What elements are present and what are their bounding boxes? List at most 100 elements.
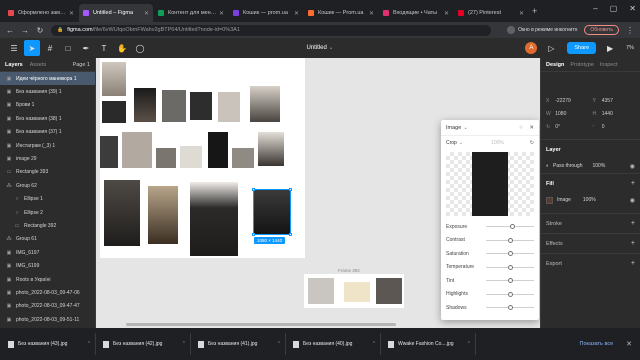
tab-assets[interactable]: Assets bbox=[30, 62, 47, 68]
eye-icon[interactable]: ◉ bbox=[630, 197, 635, 204]
height-field[interactable]: 1440 bbox=[602, 111, 635, 117]
close-window-icon[interactable]: ✕ bbox=[629, 4, 636, 13]
layer-item[interactable]: ▣ IMG_6199 bbox=[0, 259, 95, 272]
fill-mode-select[interactable]: Crop bbox=[446, 140, 457, 146]
chevron-up-icon[interactable]: ⌃ bbox=[372, 341, 376, 347]
hand-tool-icon[interactable]: ✋ bbox=[114, 40, 130, 56]
chevron-up-icon[interactable]: ⌃ bbox=[182, 341, 186, 347]
image-thumbnail[interactable] bbox=[190, 92, 212, 120]
layer-item[interactable]: ○ Ellipse 2 bbox=[0, 206, 95, 219]
browser-tab[interactable]: Кошик — Prom.ua ✕ bbox=[304, 4, 378, 22]
popup-title[interactable]: Image bbox=[446, 125, 461, 131]
resize-handle[interactable] bbox=[252, 233, 255, 236]
eye-icon[interactable]: ◉ bbox=[630, 163, 635, 170]
browser-tab[interactable]: Кошик — prom.ua ✕ bbox=[229, 4, 303, 22]
frame-label[interactable]: Frame 392 bbox=[338, 268, 360, 273]
slider-knob[interactable] bbox=[507, 264, 513, 270]
adjustment-slider[interactable] bbox=[486, 224, 534, 230]
image-thumbnail[interactable] bbox=[156, 148, 176, 168]
layer-opacity[interactable]: 100% bbox=[593, 163, 606, 169]
chevron-up-icon[interactable]: ⌃ bbox=[467, 341, 471, 347]
slider-knob[interactable] bbox=[507, 305, 513, 311]
shape-tool-icon[interactable]: □ bbox=[60, 40, 76, 56]
layer-item[interactable]: ▣ Без названия (38) 1 bbox=[0, 112, 95, 125]
browser-tab[interactable]: Untitled – Figma ✕ bbox=[79, 4, 153, 22]
slider-knob[interactable] bbox=[507, 237, 513, 243]
image-thumbnail[interactable] bbox=[102, 101, 126, 123]
y-field[interactable]: 4357 bbox=[602, 98, 635, 104]
forward-icon[interactable]: → bbox=[21, 26, 29, 35]
fill-swatch[interactable] bbox=[546, 196, 553, 204]
layer-item[interactable]: ▣ photo_2022-08-03_09-47-47 bbox=[0, 300, 95, 313]
adjustment-slider[interactable] bbox=[486, 291, 534, 297]
download-item[interactable]: Wwake Fashion Co....jpg ⌃ bbox=[384, 333, 476, 355]
image-thumbnail[interactable] bbox=[148, 186, 178, 244]
slider-knob[interactable] bbox=[507, 291, 513, 297]
image-thumbnail[interactable] bbox=[208, 132, 228, 168]
image-thumbnail[interactable] bbox=[104, 180, 140, 246]
adjustment-slider[interactable] bbox=[486, 278, 534, 284]
secondary-frame[interactable] bbox=[304, 274, 404, 308]
image-preview[interactable] bbox=[446, 152, 534, 216]
resize-handle[interactable] bbox=[289, 233, 292, 236]
maximize-icon[interactable]: ▢ bbox=[610, 4, 618, 13]
horizontal-scrollbar[interactable] bbox=[126, 323, 396, 326]
rotate-icon[interactable]: ↻ bbox=[530, 140, 534, 146]
close-tab-icon[interactable]: ✕ bbox=[144, 10, 149, 17]
browser-menu-icon[interactable]: ⋮ bbox=[626, 26, 634, 35]
tab-prototype[interactable]: Prototype bbox=[570, 62, 594, 68]
image-thumbnail[interactable] bbox=[162, 90, 186, 122]
image-thumbnail[interactable] bbox=[180, 146, 202, 168]
tab-inspect[interactable]: Inspect bbox=[600, 62, 618, 68]
download-item[interactable]: Без названия (41).jpg ⌃ bbox=[194, 333, 286, 355]
resize-handle[interactable] bbox=[289, 188, 292, 191]
image-thumbnail[interactable] bbox=[122, 132, 152, 168]
image-thumbnail[interactable] bbox=[100, 136, 118, 168]
layer-item[interactable]: ⁂ Group 61 bbox=[0, 233, 95, 246]
image-thumbnail[interactable] bbox=[134, 88, 156, 122]
add-fill-icon[interactable]: + bbox=[631, 180, 635, 187]
blend-mode-select[interactable]: Pass through bbox=[553, 163, 582, 169]
text-tool-icon[interactable]: T bbox=[96, 40, 112, 56]
move-tool-icon[interactable]: ➤ bbox=[24, 40, 40, 56]
layer-item[interactable]: ▣ IMG_6197 bbox=[0, 246, 95, 259]
browser-tab[interactable]: Оформлено замовл ✕ bbox=[4, 4, 78, 22]
radius-field[interactable]: 0 bbox=[602, 124, 635, 130]
adjustment-slider[interactable] bbox=[486, 264, 534, 270]
add-stroke-icon[interactable]: + bbox=[631, 220, 635, 227]
image-thumbnail[interactable] bbox=[218, 92, 240, 122]
image-thumbnail[interactable] bbox=[376, 278, 402, 304]
slider-knob[interactable] bbox=[509, 224, 515, 230]
pen-tool-icon[interactable]: ✒ bbox=[78, 40, 94, 56]
x-field[interactable]: -22279 bbox=[555, 98, 588, 104]
image-thumbnail[interactable] bbox=[344, 282, 370, 302]
chevron-up-icon[interactable]: ⌃ bbox=[277, 341, 281, 347]
width-field[interactable]: 1080 bbox=[555, 111, 588, 117]
download-item[interactable]: Без названия (43).jpg ⌃ bbox=[4, 333, 96, 355]
minimize-icon[interactable]: – bbox=[593, 4, 597, 13]
image-thumbnail[interactable] bbox=[190, 182, 238, 256]
close-tab-icon[interactable]: ✕ bbox=[444, 10, 449, 17]
adjustment-slider[interactable] bbox=[486, 251, 534, 257]
image-thumbnail[interactable] bbox=[258, 132, 284, 166]
image-thumbnail[interactable] bbox=[102, 62, 126, 96]
share-button[interactable]: Share bbox=[567, 42, 597, 54]
layer-item[interactable]: ▣ Инстаграм (_3) 1 bbox=[0, 139, 95, 152]
browser-tab[interactable]: Контент для меню - ✕ bbox=[154, 4, 228, 22]
image-thumbnail[interactable] bbox=[250, 86, 280, 122]
adjustment-slider[interactable] bbox=[486, 305, 534, 311]
layer-item[interactable]: ▣ Без названия (39) 1 bbox=[0, 85, 95, 98]
show-all-downloads-link[interactable]: Показать все bbox=[580, 341, 614, 347]
layer-item[interactable]: ▣ image 29 bbox=[0, 152, 95, 165]
layer-item[interactable]: ▣ Без названия (37) 1 bbox=[0, 126, 95, 139]
layer-item[interactable]: ⁂ Group 62 bbox=[0, 179, 95, 192]
resize-handle[interactable] bbox=[252, 188, 255, 191]
adjustment-slider[interactable] bbox=[486, 237, 534, 243]
back-icon[interactable]: ← bbox=[6, 26, 14, 35]
url-field[interactable]: 🔒 figma.com /file/6vWUIqoObmFWahv2gBTP64… bbox=[51, 24, 491, 36]
reload-icon[interactable]: ↻ bbox=[36, 26, 44, 35]
close-downloads-icon[interactable]: ✕ bbox=[626, 340, 632, 348]
image-thumbnail[interactable] bbox=[232, 148, 254, 168]
rotation-field[interactable]: 0° bbox=[555, 124, 588, 130]
selection-outline[interactable] bbox=[252, 188, 292, 236]
